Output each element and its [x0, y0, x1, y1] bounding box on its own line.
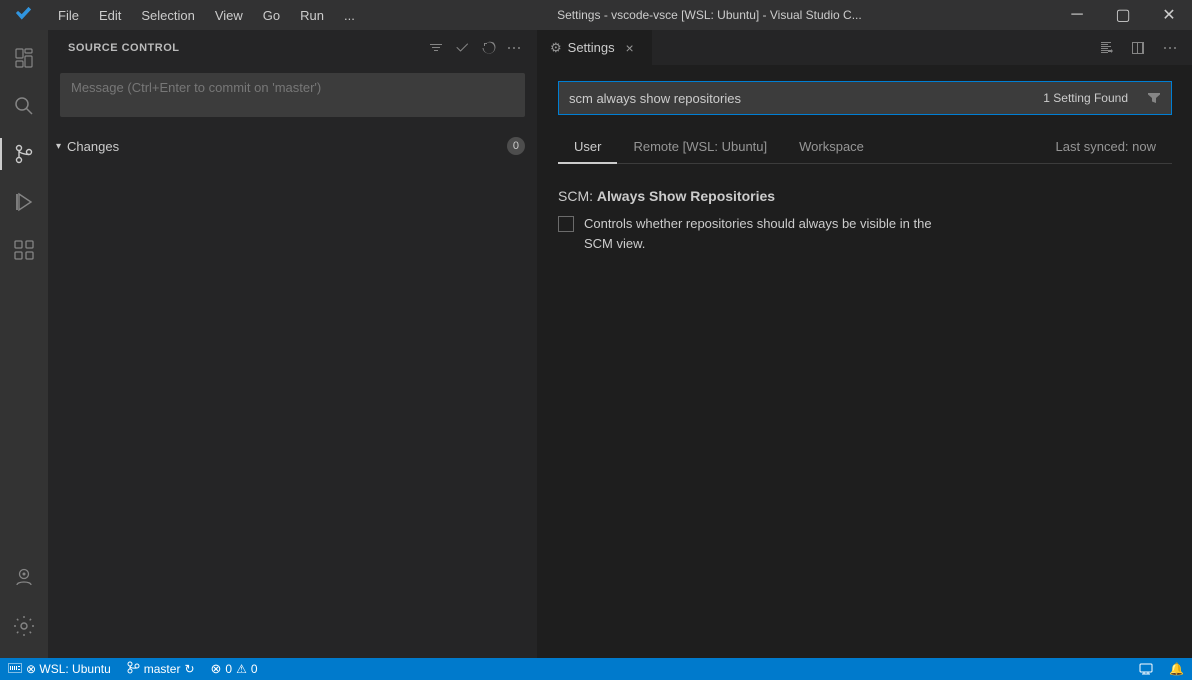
editor-area: ⚙ Settings × [538, 30, 1192, 658]
settings-tab-close[interactable]: × [621, 39, 639, 57]
tab-bar: ⚙ Settings × [538, 30, 1192, 65]
branch-label: master [144, 662, 181, 676]
menu-view[interactable]: View [205, 0, 253, 30]
status-remote[interactable] [1131, 658, 1161, 680]
commit-message-input[interactable] [60, 73, 525, 117]
branch-icon [127, 661, 140, 677]
setting-title: SCM: Always Show Repositories [558, 188, 1172, 204]
status-left: ⊗ WSL: Ubuntu master ↻ ⊗ 0 ⚠ 0 [0, 658, 266, 680]
commit-input-area [48, 65, 537, 128]
menu-file[interactable]: File [48, 0, 89, 30]
activity-bottom [0, 554, 48, 658]
settings-found-badge: 1 Setting Found [1035, 89, 1136, 107]
chevron-down-icon: ▾ [56, 141, 61, 152]
status-bar: ⊗ WSL: Ubuntu master ↻ ⊗ 0 ⚠ 0 [0, 658, 1192, 680]
status-errors[interactable]: ⊗ 0 ⚠ 0 [203, 658, 266, 680]
status-wsl[interactable]: ⊗ WSL: Ubuntu [0, 658, 119, 680]
scm-refresh-button[interactable] [477, 37, 499, 59]
titlebar: File Edit Selection View Go Run ... Sett… [0, 0, 1192, 30]
setting-title-name: Always Show Repositories [597, 188, 775, 204]
activity-search[interactable] [0, 82, 48, 130]
changes-count-badge: 0 [507, 137, 525, 155]
sidebar-header: SOURCE CONTROL [48, 30, 537, 65]
tab-bar-actions [1092, 30, 1192, 65]
titlebar-menu: File Edit Selection View Go Run ... [48, 0, 365, 30]
remote-icon [1139, 661, 1153, 678]
split-editor-icon[interactable] [1124, 34, 1152, 62]
warnings-icon: ⚠ [236, 662, 247, 676]
app-logo [0, 0, 48, 30]
close-button[interactable]: ✕ [1146, 0, 1192, 30]
activity-remote-explorer[interactable] [0, 554, 48, 602]
sidebar: SOURCE CONTROL [48, 30, 538, 658]
settings-tab[interactable]: ⚙ Settings × [538, 30, 652, 65]
changes-left: ▾ Changes [56, 139, 119, 154]
activity-extensions[interactable] [0, 226, 48, 274]
window-title: Settings - vscode-vsce [WSL: Ubuntu] - V… [365, 8, 1054, 22]
tab-workspace[interactable]: Workspace [783, 131, 880, 164]
wsl-icon [8, 661, 22, 678]
setting-desc-line1: Controls whether repositories should alw… [584, 216, 932, 231]
scm-more-button[interactable] [503, 37, 525, 59]
maximize-button[interactable]: ▢ [1100, 0, 1146, 30]
scm-commit-staged-button[interactable] [425, 37, 447, 59]
main-layout: SOURCE CONTROL [0, 30, 1192, 658]
changes-label: Changes [67, 139, 119, 154]
menu-more[interactable]: ... [334, 0, 365, 30]
open-in-editor-icon[interactable] [1092, 34, 1120, 62]
sidebar-actions [425, 37, 525, 59]
setting-title-prefix: SCM: [558, 188, 597, 204]
activity-settings[interactable] [0, 602, 48, 650]
setting-checkbox[interactable] [558, 216, 574, 232]
status-notifications[interactable]: 🔔 [1161, 658, 1192, 680]
settings-search-bar: scm always show repositories 1 Setting F… [558, 81, 1172, 115]
settings-tabs: User Remote [WSL: Ubuntu] Workspace Last… [558, 131, 1172, 164]
status-branch[interactable]: master ↻ [119, 658, 203, 680]
settings-tab-gear-icon: ⚙ [550, 40, 562, 56]
errors-icon: ⊗ [211, 661, 222, 677]
sync-icon: ↻ [184, 662, 194, 676]
scm-commit-button[interactable] [451, 37, 473, 59]
menu-go[interactable]: Go [253, 0, 290, 30]
errors-count: 0 [225, 662, 232, 676]
bell-icon: 🔔 [1169, 662, 1184, 676]
settings-search-wrapper: scm always show repositories 1 Setting F… [558, 81, 1172, 115]
setting-desc-line2: SCM view. [584, 236, 645, 251]
menu-run[interactable]: Run [290, 0, 334, 30]
activity-source-control[interactable] [0, 130, 48, 178]
setting-description: Controls whether repositories should alw… [584, 214, 932, 253]
changes-header[interactable]: ▾ Changes 0 [48, 132, 537, 160]
menu-selection[interactable]: Selection [131, 0, 204, 30]
activity-bar [0, 30, 48, 658]
changes-section: ▾ Changes 0 [48, 128, 537, 164]
wsl-label: ⊗ WSL: Ubuntu [26, 662, 111, 676]
minimize-button[interactable]: ─ [1054, 0, 1100, 30]
sidebar-title: SOURCE CONTROL [68, 42, 180, 54]
activity-explorer[interactable] [0, 34, 48, 82]
setting-item-scm-always-show: SCM: Always Show Repositories Controls w… [558, 188, 1172, 253]
status-right: 🔔 [1131, 658, 1192, 680]
tab-remote-wsl[interactable]: Remote [WSL: Ubuntu] [617, 131, 783, 164]
window-controls: ─ ▢ ✕ [1054, 0, 1192, 30]
last-synced-label: Last synced: now [1040, 131, 1172, 163]
activity-run[interactable] [0, 178, 48, 226]
setting-control: Controls whether repositories should alw… [558, 214, 1172, 253]
settings-content: scm always show repositories 1 Setting F… [538, 65, 1192, 658]
more-actions-icon[interactable] [1156, 34, 1184, 62]
tab-user[interactable]: User [558, 131, 617, 164]
settings-filter-icon[interactable] [1142, 86, 1166, 110]
settings-tab-label: Settings [568, 40, 615, 55]
menu-edit[interactable]: Edit [89, 0, 131, 30]
warnings-count: 0 [251, 662, 258, 676]
